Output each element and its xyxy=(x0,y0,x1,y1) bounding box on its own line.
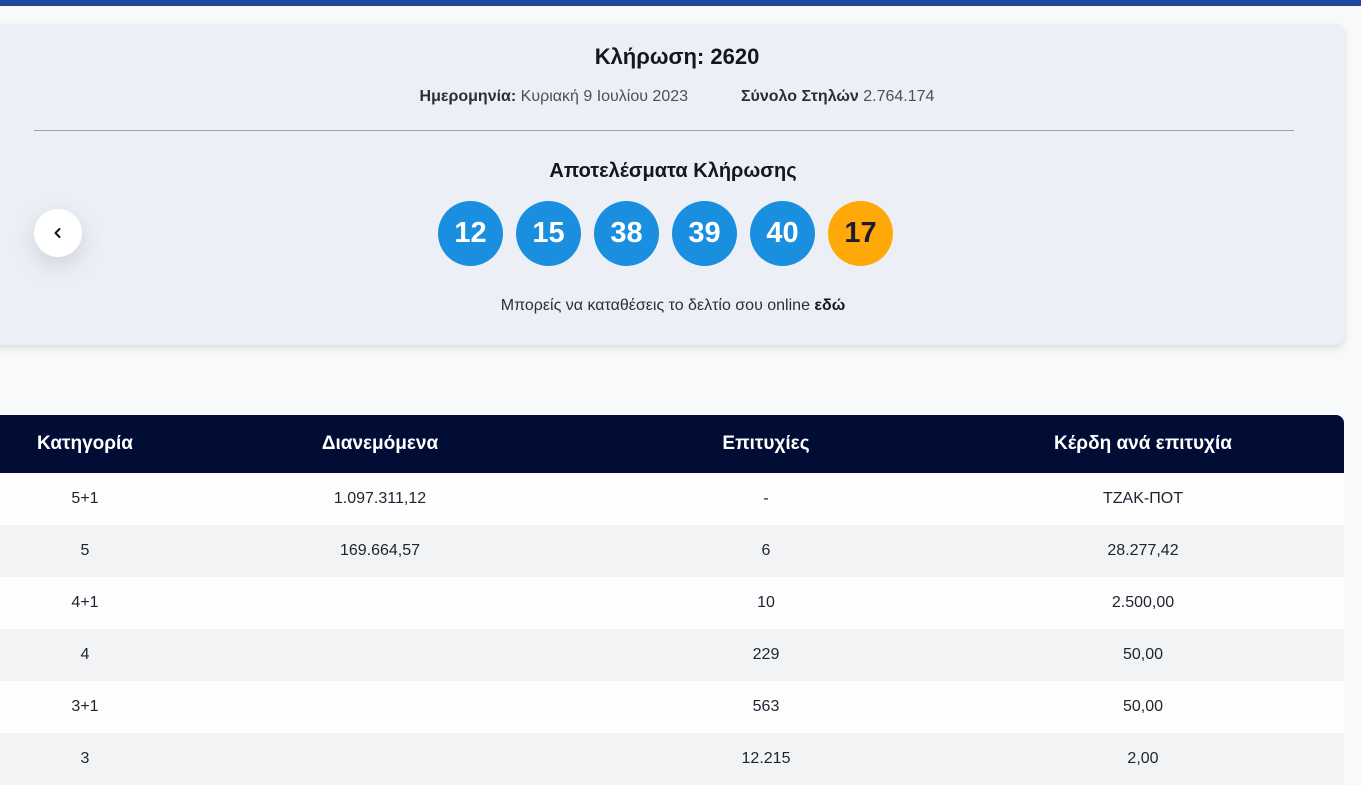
number-ball: 12 xyxy=(438,201,503,266)
cell-distributed xyxy=(170,733,590,785)
table-row: 4 229 50,00 xyxy=(0,629,1344,681)
number-ball: 40 xyxy=(750,201,815,266)
cell-category: 5 xyxy=(80,542,90,559)
cell-category: 4+1 xyxy=(71,594,99,611)
cell-distributed: 1.097.311,12 xyxy=(333,490,427,507)
bonus-ball: 17 xyxy=(828,201,893,266)
cell-winners: 12.215 xyxy=(741,750,791,767)
table-row: 5+1 1.097.311,12 - ΤΖΑΚ-ΠΟΤ xyxy=(0,473,1344,525)
draw-title: Κλήρωση: 2620 xyxy=(594,44,760,69)
cell-category: 3+1 xyxy=(71,698,99,715)
number-ball: 38 xyxy=(594,201,659,266)
header-winners: Επιτυχίες xyxy=(722,433,810,454)
divider xyxy=(34,130,1294,131)
date-label: Ημερομηνία: xyxy=(419,88,517,105)
cell-prize: 50,00 xyxy=(1122,698,1164,715)
header-category: Κατηγορία xyxy=(37,433,133,454)
cell-distributed xyxy=(170,681,590,733)
online-note: Μπορείς να καταθέσεις το δελτίο σου onli… xyxy=(10,297,1336,315)
top-accent-bar xyxy=(0,0,1361,6)
results-title: Αποτελέσματα Κλήρωσης xyxy=(549,160,797,182)
header-distributed: Διανεμόμενα xyxy=(321,433,439,454)
winning-numbers: 12 15 38 39 40 17 xyxy=(438,201,893,266)
online-text: Μπορείς να καταθέσεις το δελτίο σου onli… xyxy=(500,297,810,314)
cell-prize: 50,00 xyxy=(1122,646,1164,663)
cell-category: 4 xyxy=(80,646,90,663)
cell-winners: 6 xyxy=(761,542,771,559)
cell-prize: 2.500,00 xyxy=(1111,594,1175,611)
table-row: 5 169.664,57 6 28.277,42 xyxy=(0,525,1344,577)
columns-label: Σύνολο Στηλών xyxy=(740,88,859,105)
cell-category: 5+1 xyxy=(71,490,99,507)
table-header-row: Κατηγορία Διανεμόμενα Επιτυχίες Κέρδη αν… xyxy=(0,415,1344,473)
online-link[interactable]: εδώ xyxy=(814,297,845,314)
cell-winners: - xyxy=(763,490,769,507)
columns-value: 2.764.174 xyxy=(863,88,935,105)
table-row: 3 12.215 2,00 xyxy=(0,733,1344,785)
table-row: 3+1 563 50,00 xyxy=(0,681,1344,733)
cell-category: 3 xyxy=(80,750,90,767)
cell-prize: ΤΖΑΚ-ΠΟΤ xyxy=(1103,490,1183,507)
header-prize-per-winner: Κέρδη ανά επιτυχία xyxy=(1054,433,1232,454)
cell-distributed xyxy=(170,629,590,681)
number-ball: 15 xyxy=(516,201,581,266)
previous-draw-button[interactable] xyxy=(34,209,82,257)
cell-winners: 563 xyxy=(752,698,780,715)
cell-winners: 10 xyxy=(757,594,775,611)
cell-prize: 28.277,42 xyxy=(1107,542,1179,559)
date-value: Κυριακή 9 Ιουλίου 2023 xyxy=(520,88,689,105)
chevron-left-icon xyxy=(54,228,61,238)
draw-meta: Ημερομηνία: Κυριακή 9 Ιουλίου 2023 Σύνολ… xyxy=(10,88,1344,106)
cell-prize: 2,00 xyxy=(1127,750,1159,767)
prizes-table: Κατηγορία Διανεμόμενα Επιτυχίες Κέρδη αν… xyxy=(0,415,1344,785)
number-ball: 39 xyxy=(672,201,737,266)
cell-winners: 229 xyxy=(752,646,780,663)
table-row: 4+1 10 2.500,00 xyxy=(0,577,1344,629)
cell-distributed: 169.664,57 xyxy=(339,542,421,559)
cell-distributed xyxy=(170,577,590,629)
